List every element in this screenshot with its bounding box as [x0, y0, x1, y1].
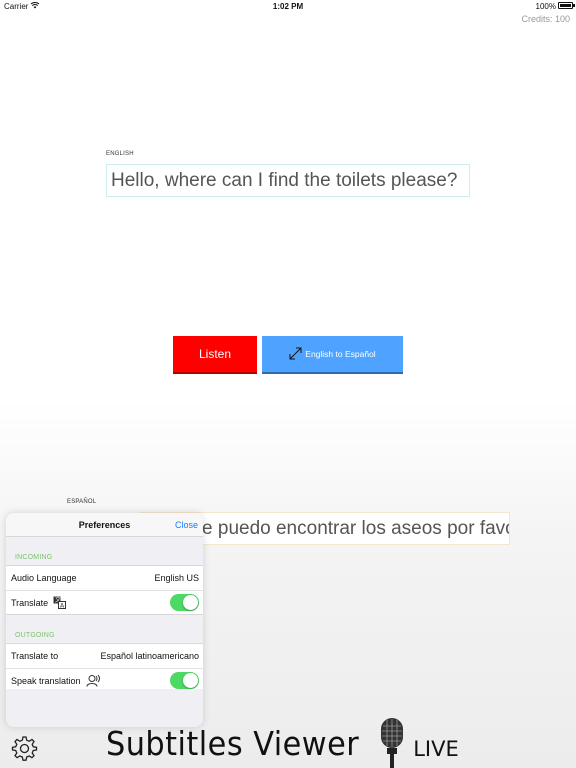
- battery-percent: 100%: [535, 2, 556, 11]
- preferences-popover: Preferences Close INCOMING Audio Languag…: [6, 513, 203, 727]
- close-button[interactable]: Close: [175, 520, 198, 530]
- target-language-label: ESPAÑOL: [67, 499, 97, 505]
- translate-icon: 文A: [53, 596, 67, 609]
- direction-label: English to Español: [305, 349, 376, 359]
- expand-arrows-icon: [289, 347, 302, 362]
- translate-to-value: Español latinoamericano: [100, 651, 199, 661]
- speak-translation-label: Speak translation: [11, 675, 81, 686]
- audio-language-label: Audio Language: [11, 573, 77, 583]
- translate-toggle[interactable]: [170, 594, 199, 611]
- speak-translation-toggle[interactable]: [170, 672, 199, 689]
- brand-logo: Subtitles Viewer LIVE: [106, 716, 459, 768]
- translate-row: Translate 文A: [6, 590, 203, 614]
- microphone-icon: [373, 716, 411, 768]
- gear-icon[interactable]: [11, 735, 38, 762]
- clock: 1:02 PM: [272, 2, 304, 11]
- direction-button[interactable]: English to Español: [262, 336, 403, 374]
- speaker-person-icon: [86, 674, 101, 687]
- listen-button[interactable]: Listen: [173, 336, 257, 374]
- source-language-label: ENGLISH: [106, 151, 134, 157]
- outgoing-section-header: OUTGOING: [15, 632, 55, 639]
- status-bar: Carrier 1:02 PM 100%: [0, 0, 576, 12]
- audio-language-value: English US: [154, 573, 199, 583]
- source-subtitle: Hello, where can I find the toilets plea…: [106, 164, 470, 197]
- translate-to-label: Translate to: [11, 651, 59, 661]
- incoming-section-header: INCOMING: [15, 554, 53, 561]
- outgoing-group: Translate to Español latinoamericano Spe…: [6, 643, 203, 693]
- brand-suffix: LIVE: [413, 737, 459, 761]
- credits-label: Credits: 100: [521, 14, 570, 24]
- translate-to-row[interactable]: Translate to Español latinoamericano: [6, 644, 203, 668]
- audio-language-row[interactable]: Audio Language English US: [6, 566, 203, 590]
- preferences-title: Preferences: [78, 520, 131, 530]
- translate-label: Translate: [11, 597, 49, 608]
- incoming-group: Audio Language English US Translate 文A: [6, 565, 203, 615]
- brand-name: Subtitles Viewer: [106, 724, 360, 763]
- preferences-header: Preferences Close: [6, 513, 203, 537]
- battery-icon: [558, 2, 575, 9]
